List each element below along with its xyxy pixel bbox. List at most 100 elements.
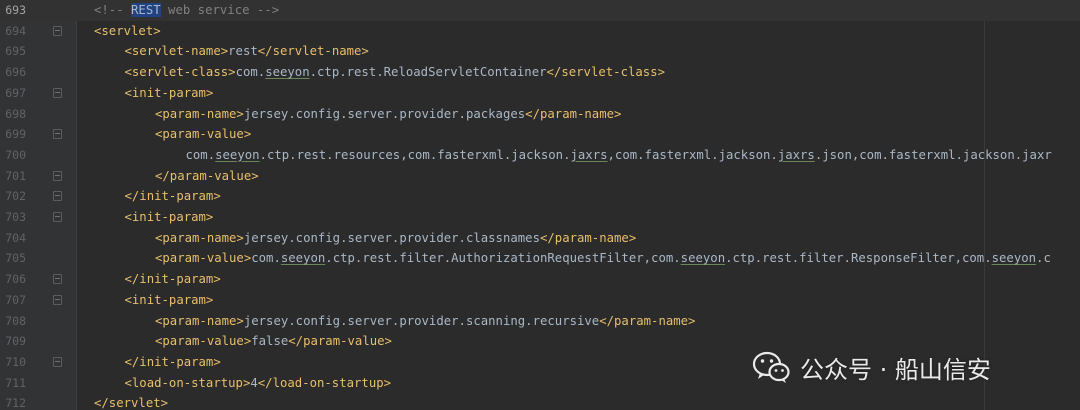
code-token: <!-- bbox=[94, 3, 132, 17]
fold-toggle-icon[interactable] bbox=[53, 129, 62, 140]
fold-toggle-icon[interactable] bbox=[53, 274, 62, 285]
code-token: <servlet> bbox=[94, 23, 161, 38]
code-line[interactable]: 693 <!-- REST web service --> bbox=[0, 0, 1080, 21]
code-token: </init-param> bbox=[124, 189, 221, 204]
code-editor[interactable]: 693 <!-- REST web service --> 694 <servlet>… bbox=[0, 0, 1080, 410]
code-text: </servlet> bbox=[94, 393, 168, 410]
line-number: 711 bbox=[5, 375, 26, 390]
fold-toggle-icon[interactable] bbox=[53, 87, 62, 98]
line-number: 702 bbox=[5, 189, 26, 204]
code-line[interactable]: 703 <init-param> bbox=[0, 207, 1080, 228]
line-number: 707 bbox=[5, 292, 26, 307]
code-text: <load-on-startup>4</load-on-startup> bbox=[125, 373, 392, 394]
code-token: </init-param> bbox=[124, 354, 221, 369]
code-line[interactable]: 707 <init-param> bbox=[0, 290, 1080, 311]
code-token: com. bbox=[251, 251, 281, 266]
code-token: </servlet-class> bbox=[546, 65, 665, 80]
wechat-icon bbox=[752, 351, 790, 383]
code-token: </servlet-name> bbox=[257, 44, 369, 59]
code-text: <param-name>jersey.config.server.provide… bbox=[155, 104, 621, 125]
fold-toggle-icon[interactable] bbox=[53, 25, 62, 36]
code-token: </param-value> bbox=[288, 334, 392, 349]
code-text: </init-param> bbox=[125, 186, 221, 207]
code-line[interactable]: 706 </init-param> bbox=[0, 269, 1080, 290]
code-text: <param-name>jersey.config.server.provide… bbox=[155, 311, 695, 332]
code-text: <!-- REST web service --> bbox=[94, 0, 279, 21]
code-text: <servlet> bbox=[94, 21, 161, 42]
code-line[interactable]: 708 <param-name>jersey.config.server.prov… bbox=[0, 311, 1080, 332]
fold-toggle-icon[interactable] bbox=[53, 294, 62, 305]
line-number: 696 bbox=[5, 65, 26, 80]
code-line[interactable]: 697 <init-param> bbox=[0, 83, 1080, 104]
code-token: </servlet> bbox=[94, 396, 169, 410]
line-number: 694 bbox=[5, 23, 26, 38]
line-number: 704 bbox=[5, 230, 26, 245]
code-line[interactable]: 701 </param-value> bbox=[0, 166, 1080, 187]
code-text: <init-param> bbox=[125, 83, 214, 104]
code-token: <param-value> bbox=[155, 251, 252, 266]
code-text: </param-value> bbox=[155, 166, 259, 187]
code-token: </init-param> bbox=[124, 272, 221, 287]
code-line[interactable]: 696 <servlet-class>com.seeyon.ctp.rest.Re… bbox=[0, 62, 1080, 83]
code-token: seeyon bbox=[991, 251, 1037, 266]
code-token: .c bbox=[1036, 251, 1051, 266]
code-token: seeyon bbox=[265, 65, 310, 80]
code-line[interactable]: 694 <servlet> bbox=[0, 21, 1080, 42]
code-token: <servlet-name> bbox=[124, 44, 229, 59]
code-token: </param-name> bbox=[539, 230, 637, 245]
code-line[interactable]: 705 <param-value>com.seeyon.ctp.rest.filt… bbox=[0, 248, 1080, 269]
code-token: <init-param> bbox=[124, 292, 214, 307]
code-text: </init-param> bbox=[125, 352, 221, 373]
fold-toggle-icon[interactable] bbox=[53, 191, 62, 202]
code-token: <param-value> bbox=[155, 334, 252, 349]
code-line[interactable]: 700 com.seeyon.ctp.rest.resources,com.fas… bbox=[0, 145, 1080, 166]
code-line[interactable]: 698 <param-name>jersey.config.server.prov… bbox=[0, 104, 1080, 125]
code-text: <servlet-class>com.seeyon.ctp.rest.Reloa… bbox=[125, 62, 666, 83]
code-token: .ctp.rest.ReloadServletContainer bbox=[309, 65, 547, 80]
watermark-text: 公众号 · 船山信安 bbox=[800, 355, 991, 384]
fold-toggle-icon[interactable] bbox=[53, 170, 62, 181]
code-token: .json,com.fasterxml.jackson.jaxr bbox=[814, 147, 1052, 162]
line-number: 693 bbox=[5, 3, 26, 17]
code-token: 4 bbox=[250, 375, 258, 390]
code-token: REST bbox=[131, 3, 161, 17]
code-line[interactable]: 695 <servlet-name>rest</servlet-name> bbox=[0, 41, 1080, 62]
code-token: </param-name> bbox=[599, 313, 696, 328]
code-token: jersey.config.server.provider.scanning.r… bbox=[243, 313, 600, 328]
code-token: jaxrs bbox=[777, 147, 815, 162]
code-token: com. bbox=[235, 65, 266, 80]
code-token: ,com.fasterxml.jackson. bbox=[607, 147, 778, 162]
code-text: <param-value> bbox=[155, 124, 251, 145]
code-token: </load-on-startup> bbox=[257, 375, 392, 390]
code-text: <servlet-name>rest</servlet-name> bbox=[125, 41, 369, 62]
line-number: 697 bbox=[5, 85, 26, 100]
line-number: 706 bbox=[5, 272, 26, 287]
code-token: </param-name> bbox=[525, 106, 622, 121]
code-token: <param-name> bbox=[155, 106, 244, 121]
code-token: false bbox=[251, 334, 289, 349]
code-line[interactable]: 704 <param-name>jersey.config.server.prov… bbox=[0, 228, 1080, 249]
line-number: 705 bbox=[5, 251, 26, 266]
fold-toggle-icon[interactable] bbox=[53, 212, 62, 222]
line-number: 709 bbox=[5, 334, 26, 349]
code-token: <param-name> bbox=[155, 230, 244, 245]
line-number: 710 bbox=[5, 354, 26, 369]
code-token: .ctp.rest.resources,com.fasterxml.jackso… bbox=[259, 147, 571, 162]
code-token: .ctp.rest.filter.AuthorizationRequestFil… bbox=[325, 251, 681, 266]
line-number: 703 bbox=[5, 210, 26, 224]
code-token: com. bbox=[185, 147, 216, 162]
fold-toggle-icon[interactable] bbox=[53, 356, 62, 367]
code-line[interactable]: 712 </servlet> bbox=[0, 393, 1080, 410]
code-text: </init-param> bbox=[125, 269, 221, 290]
code-token: <init-param> bbox=[124, 85, 214, 100]
line-number: 701 bbox=[5, 168, 26, 183]
code-token: <init-param> bbox=[124, 210, 214, 224]
code-token: web service --> bbox=[160, 3, 280, 17]
line-number: 712 bbox=[5, 396, 26, 410]
code-token: seeyon bbox=[680, 251, 726, 266]
code-text: <param-value>false</param-value> bbox=[155, 331, 392, 352]
line-number: 695 bbox=[5, 44, 26, 59]
code-line[interactable]: 702 </init-param> bbox=[0, 186, 1080, 207]
code-text: <init-param> bbox=[125, 207, 214, 228]
code-line[interactable]: 699 <param-value> bbox=[0, 124, 1080, 145]
